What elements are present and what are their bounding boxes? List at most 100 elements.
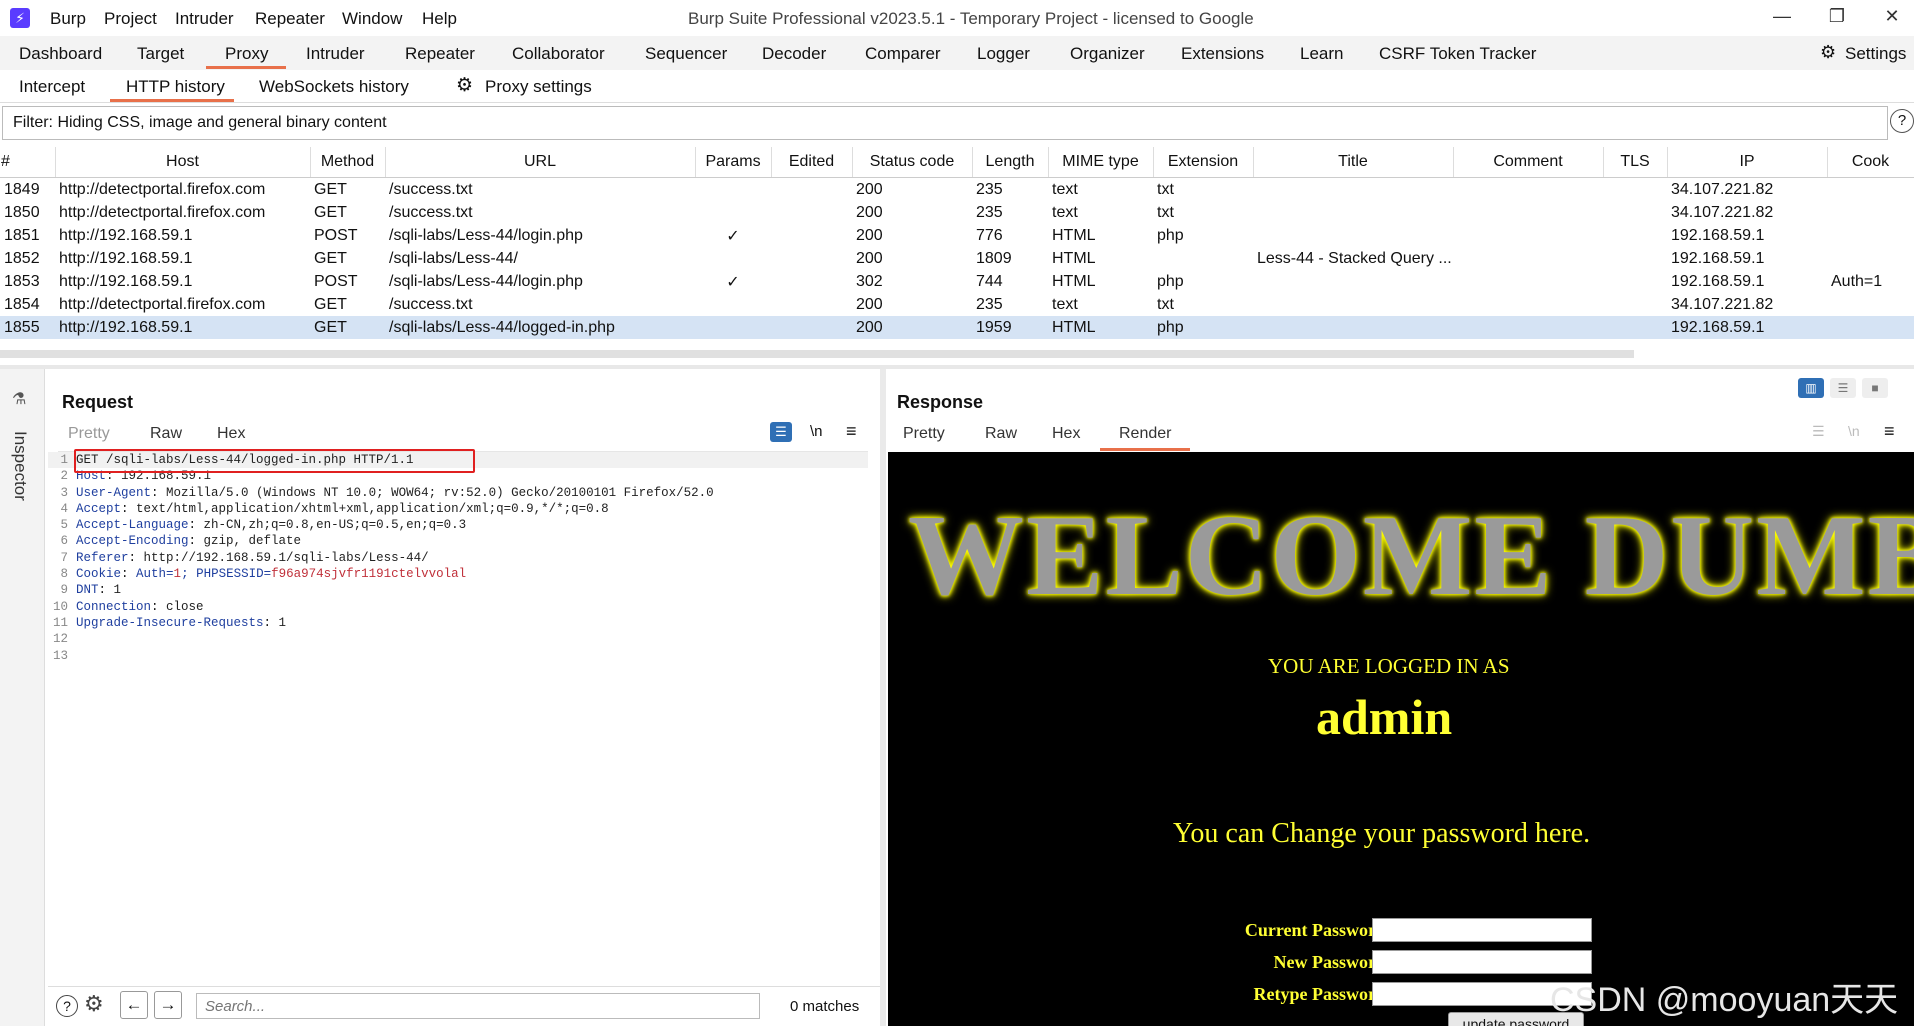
request-tab-hex[interactable]: Hex — [217, 425, 245, 443]
next-arrow-icon[interactable]: → — [154, 991, 182, 1019]
column-header[interactable]: Title — [1253, 147, 1454, 178]
minimize-icon[interactable]: — — [1762, 6, 1802, 27]
column-header[interactable]: URL — [385, 147, 696, 178]
split-vertical-icon[interactable]: ☰ — [1830, 378, 1856, 398]
tab-proxy[interactable]: Proxy — [225, 44, 268, 64]
newline-toggle-icon[interactable]: \n — [1848, 423, 1860, 439]
inspector-label[interactable]: Inspector — [10, 431, 30, 501]
column-header[interactable]: Method — [310, 147, 386, 178]
request-tab-raw[interactable]: Raw — [150, 425, 182, 443]
tab-csrf-token-tracker[interactable]: CSRF Token Tracker — [1379, 44, 1536, 64]
menu-window[interactable]: Window — [342, 9, 402, 29]
menu-intruder[interactable]: Intruder — [175, 9, 234, 29]
table-cell: 34.107.221.82 — [1671, 295, 1774, 313]
gear-icon[interactable]: ⚙ — [456, 74, 473, 97]
table-cell — [1253, 270, 1453, 293]
highlight-box — [74, 449, 475, 473]
request-tab-pretty[interactable]: Pretty — [68, 425, 110, 443]
split-horizontal-icon[interactable]: ▥ — [1798, 378, 1824, 398]
menu-burp[interactable]: Burp — [50, 9, 86, 29]
header-value: 1 — [278, 615, 287, 630]
table-cell: 34.107.221.82 — [1671, 180, 1774, 198]
tab-target[interactable]: Target — [137, 44, 184, 64]
table-row[interactable]: 1851 http://192.168.59.1 POST/sqli-labs/Le… — [0, 224, 1914, 247]
column-header[interactable]: Edited — [771, 147, 853, 178]
word-wrap-icon[interactable]: ☰ — [1812, 423, 1825, 440]
column-header[interactable]: Status code — [852, 147, 973, 178]
header-value: close — [166, 599, 204, 614]
column-header[interactable]: Params — [695, 147, 772, 178]
table-cell: http://detectportal.firefox.com — [59, 203, 266, 221]
horizontal-scrollbar[interactable] — [0, 350, 1634, 358]
column-header[interactable]: Length — [972, 147, 1049, 178]
request-line: 4 Accept: text/html,application/xhtml+xml… — [48, 501, 868, 517]
table-cell: 235 — [976, 180, 1003, 198]
table-cell: 192.168.59.1 — [1671, 249, 1765, 267]
table-cell: http://detectportal.firefox.com — [59, 295, 266, 313]
request-line: 8 Cookie: Auth=1; PHPSESSID=f96a974sjvfr1… — [48, 566, 868, 582]
column-header[interactable]: TLS — [1603, 147, 1668, 178]
table-cell — [1827, 178, 1914, 202]
tab-dashboard[interactable]: Dashboard — [19, 44, 102, 64]
header-value: zh-CN,zh;q=0.8,en-US;q=0.5,en;q=0.3 — [203, 518, 467, 533]
table-row[interactable]: 1849 http://detectportal.firefox.com GET/s… — [0, 178, 1914, 202]
menu-help[interactable]: Help — [422, 9, 457, 29]
column-header[interactable]: Comment — [1453, 147, 1604, 178]
table-row[interactable]: 1850 http://detectportal.firefox.com GET/s… — [0, 201, 1914, 224]
settings-button[interactable]: Settings — [1845, 44, 1906, 64]
table-cell — [771, 247, 852, 270]
request-editor[interactable]: 1 GET /sqli-labs/Less-44/logged-in.php HT… — [48, 452, 868, 664]
table-row[interactable]: 1853 http://192.168.59.1 POST/sqli-labs/Le… — [0, 270, 1914, 293]
table-cell: /sqli-labs/Less-44/login.php — [389, 272, 583, 290]
menu-icon[interactable]: ≡ — [1884, 421, 1895, 442]
tab-intercept[interactable]: Intercept — [19, 77, 85, 97]
new-password-input[interactable] — [1372, 950, 1592, 974]
tab-intruder[interactable]: Intruder — [306, 44, 365, 64]
menu-project[interactable]: Project — [104, 9, 157, 29]
help-icon[interactable]: ? — [56, 995, 78, 1017]
table-cell: 1855 — [0, 316, 55, 339]
response-tab-raw[interactable]: Raw — [985, 425, 1017, 443]
column-header[interactable]: # — [0, 147, 56, 178]
line-number: 10 — [52, 599, 68, 614]
table-row[interactable]: 1854 http://detectportal.firefox.com GET/s… — [0, 293, 1914, 316]
close-icon[interactable]: ✕ — [1872, 6, 1912, 27]
response-tab-pretty[interactable]: Pretty — [903, 425, 945, 443]
table-row[interactable]: 1852 http://192.168.59.1 GET/sqli-labs/Les… — [0, 247, 1914, 270]
search-input[interactable] — [196, 993, 760, 1019]
help-icon[interactable]: ? — [1890, 109, 1914, 133]
response-tab-render[interactable]: Render — [1119, 425, 1171, 443]
tab-learn[interactable]: Learn — [1300, 44, 1343, 64]
table-row[interactable]: 1855 http://192.168.59.1 GET/sqli-labs/Les… — [0, 316, 1914, 339]
previous-arrow-icon[interactable]: ← — [120, 991, 148, 1019]
tab-organizer[interactable]: Organizer — [1070, 44, 1145, 64]
tab-sequencer[interactable]: Sequencer — [645, 44, 727, 64]
inspector-icon[interactable]: ⚗ — [12, 389, 26, 409]
current-password-input[interactable] — [1372, 918, 1592, 942]
menu-repeater[interactable]: Repeater — [255, 9, 325, 29]
menu-icon[interactable]: ≡ — [846, 421, 857, 442]
tab-websockets-history[interactable]: WebSockets history — [259, 77, 409, 97]
single-pane-icon[interactable]: ■ — [1862, 378, 1888, 398]
filter-bar[interactable]: Filter: Hiding CSS, image and general bi… — [2, 106, 1888, 140]
restore-icon[interactable]: ❐ — [1817, 6, 1857, 27]
proxy-settings-button[interactable]: Proxy settings — [485, 77, 592, 97]
word-wrap-icon[interactable]: ☰ — [770, 422, 792, 442]
tab-decoder[interactable]: Decoder — [762, 44, 826, 64]
column-header[interactable]: IP — [1667, 147, 1828, 178]
column-header[interactable]: MIME type — [1048, 147, 1154, 178]
column-header[interactable]: Cook — [1827, 147, 1914, 178]
newline-toggle-icon[interactable]: \n — [810, 423, 823, 440]
tab-comparer[interactable]: Comparer — [865, 44, 941, 64]
tab-repeater[interactable]: Repeater — [405, 44, 475, 64]
inspector-sidebar[interactable]: ⚗ Inspector — [0, 369, 45, 1026]
gear-icon[interactable]: ⚙ — [1820, 42, 1836, 63]
column-header[interactable]: Extension — [1153, 147, 1254, 178]
tab-logger[interactable]: Logger — [977, 44, 1030, 64]
tab-extensions[interactable]: Extensions — [1181, 44, 1264, 64]
tab-collaborator[interactable]: Collaborator — [512, 44, 605, 64]
tab-http-history[interactable]: HTTP history — [126, 77, 225, 97]
gear-icon[interactable]: ⚙ — [84, 991, 104, 1017]
column-header[interactable]: Host — [55, 147, 311, 178]
response-tab-hex[interactable]: Hex — [1052, 425, 1080, 443]
